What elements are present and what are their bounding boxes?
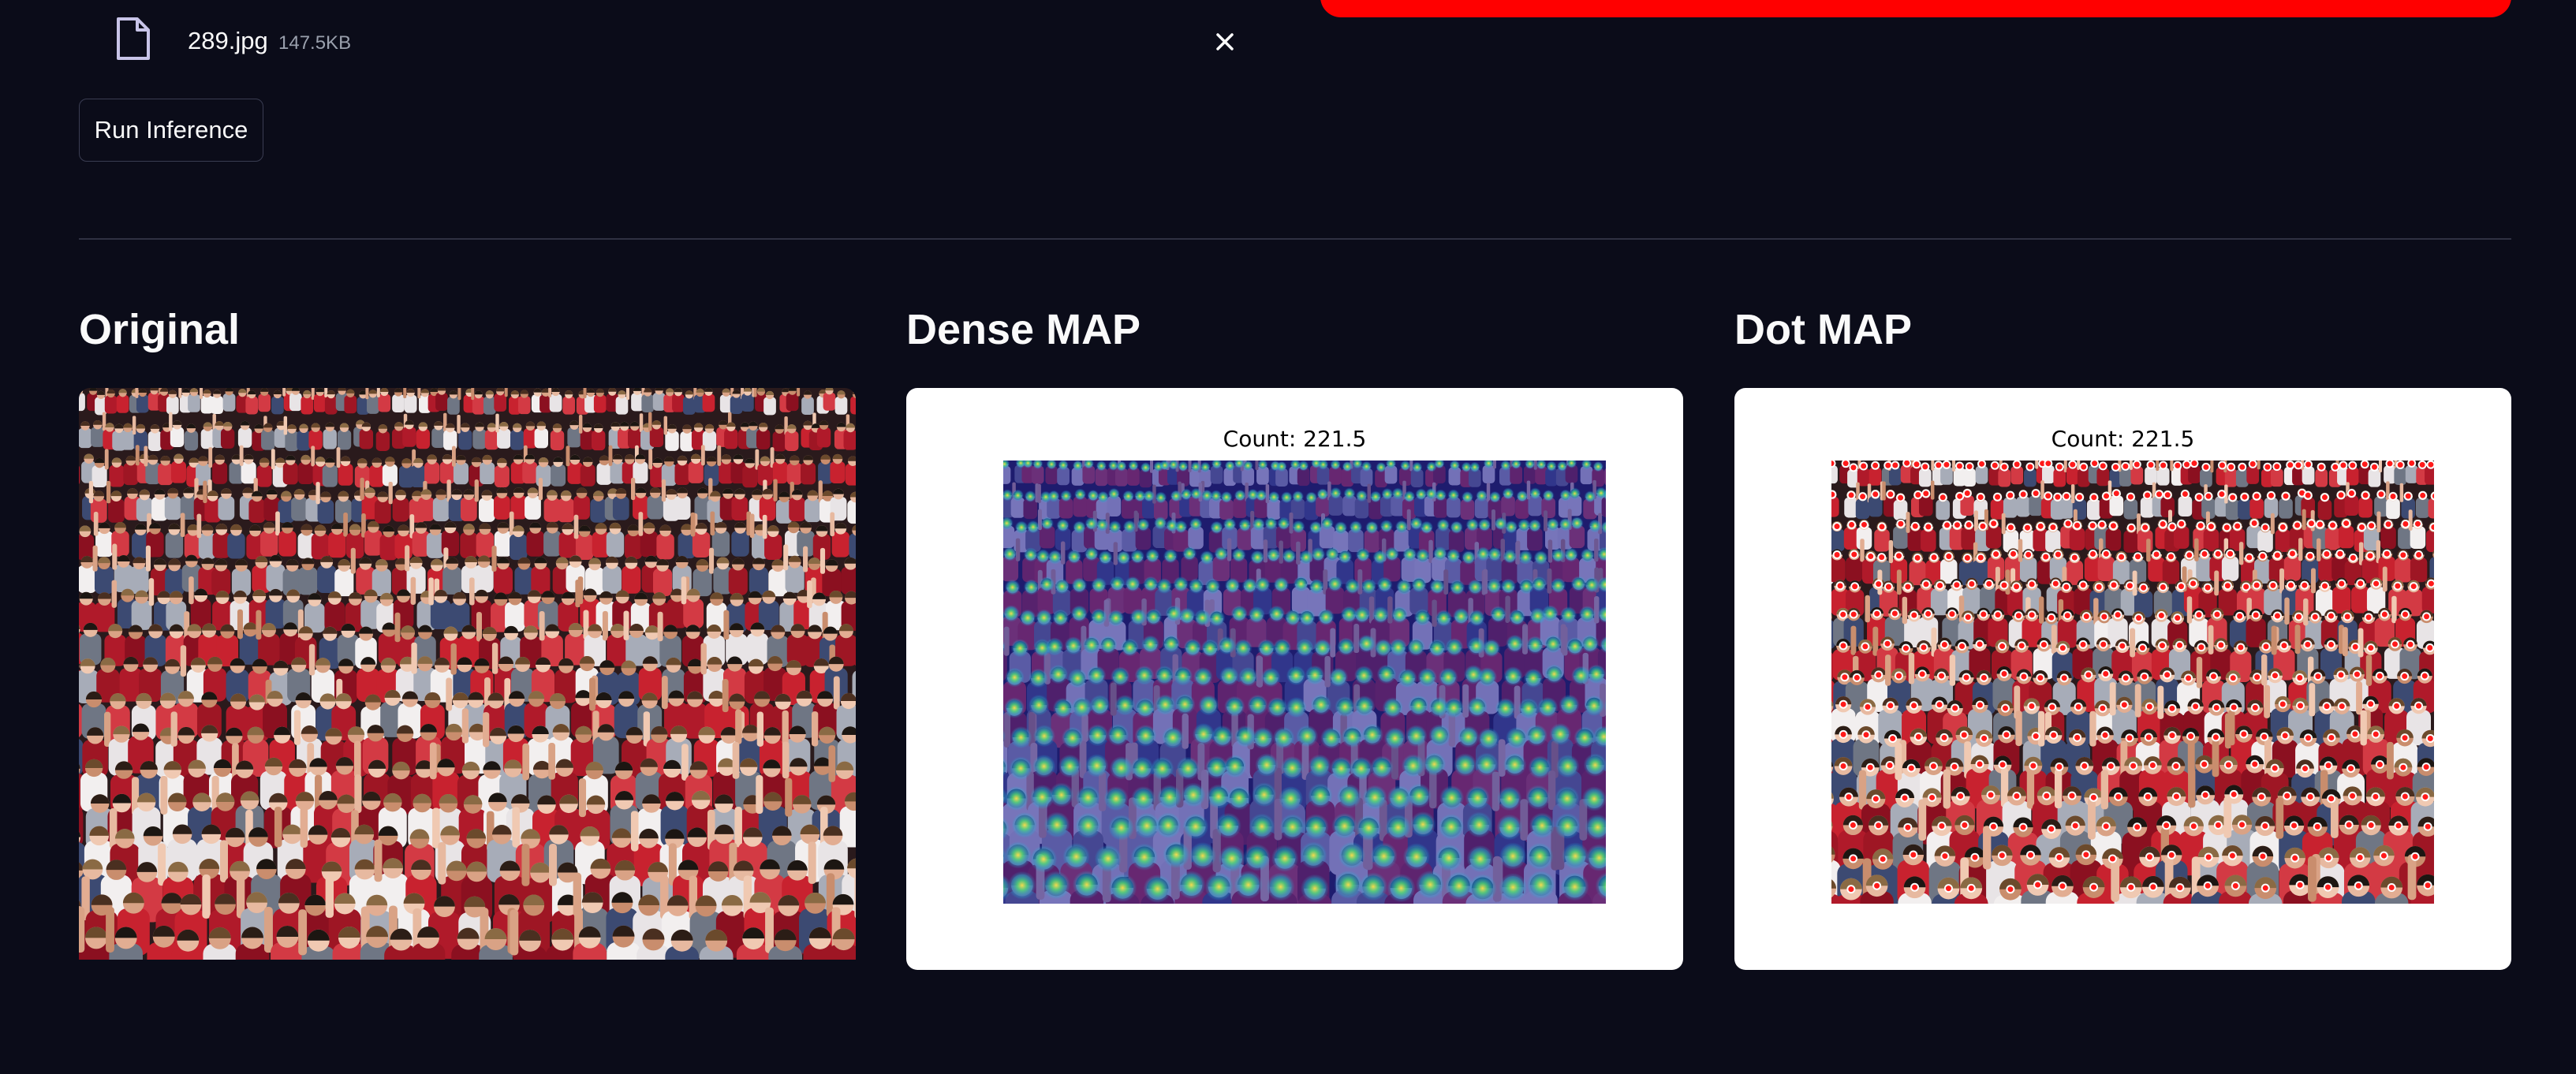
app-page: 289.jpg 147.5KB Run Inference Original D… [0, 0, 2576, 1074]
dot-map-image [1831, 461, 2434, 904]
file-icon [110, 16, 155, 63]
dense-map-image [1003, 461, 1606, 904]
dense-count-label: Count: 221.5 [1223, 426, 1367, 452]
run-inference-button[interactable]: Run Inference [79, 99, 263, 162]
original-title: Original [79, 306, 241, 353]
close-icon[interactable] [1211, 28, 1238, 55]
original-image [79, 388, 856, 970]
dense-map-panel: Count: 221.5 [906, 388, 1683, 970]
status-bar [1320, 0, 2511, 17]
dot-map-title: Dot MAP [1734, 306, 1912, 353]
uploaded-file-row: 289.jpg 147.5KB [110, 11, 1246, 60]
dense-map-title: Dense MAP [906, 306, 1141, 353]
file-name: 289.jpg [188, 27, 268, 54]
dot-count-label: Count: 221.5 [2051, 426, 2195, 452]
file-size: 147.5KB [278, 32, 352, 54]
divider [79, 238, 2511, 240]
dot-map-panel: Count: 221.5 [1734, 388, 2511, 970]
